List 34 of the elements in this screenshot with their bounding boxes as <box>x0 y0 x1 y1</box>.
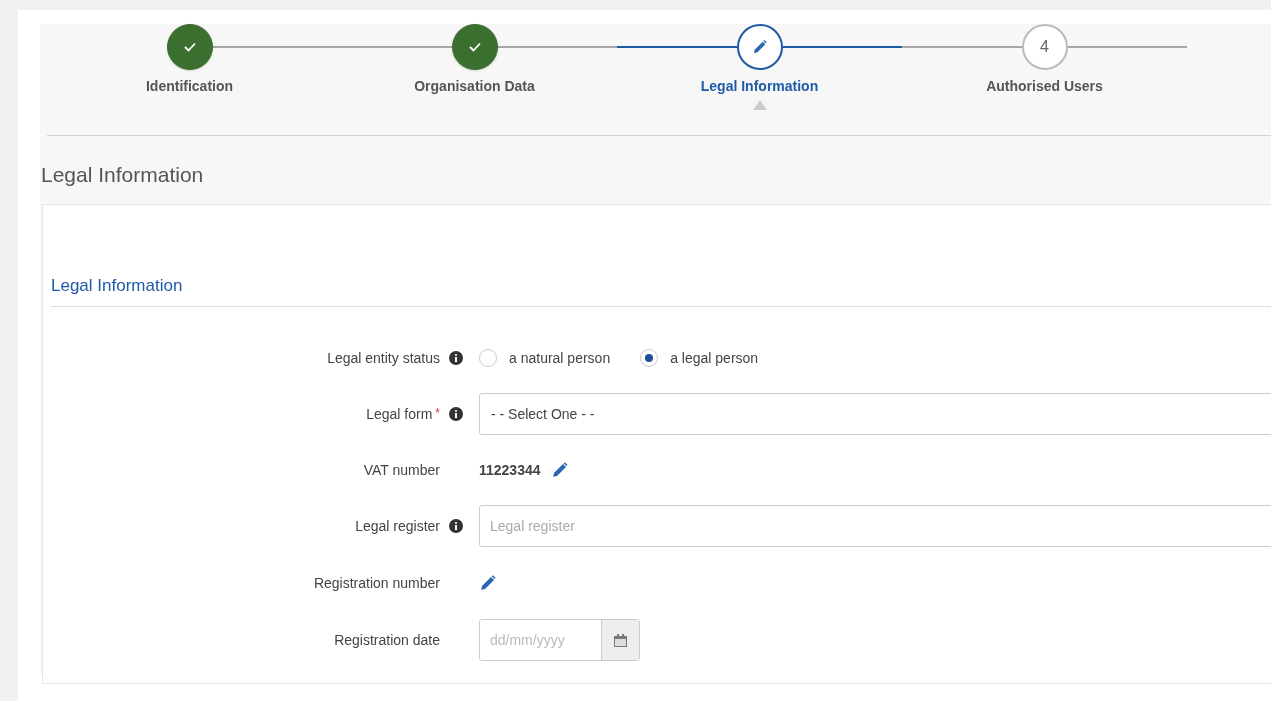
step-label[interactable]: Identification <box>145 76 234 97</box>
check-icon <box>468 42 481 52</box>
select-field[interactable]: - - Select One - - <box>479 393 1271 435</box>
info-icon[interactable] <box>449 351 463 365</box>
calendar-icon <box>613 632 628 648</box>
step-number: 4 <box>1040 37 1049 57</box>
required-mark: * <box>435 404 440 422</box>
section-title: Legal Information <box>51 276 183 295</box>
pencil-icon[interactable] <box>479 574 497 592</box>
field-label: Legal entity status <box>327 348 440 368</box>
step-label[interactable]: Legal Information <box>700 76 819 97</box>
check-icon <box>183 42 196 52</box>
pencil-icon[interactable] <box>550 461 569 479</box>
page-title: Legal Information <box>41 162 205 188</box>
field-label: Legal form <box>366 404 433 424</box>
info-icon[interactable] <box>449 519 463 533</box>
field-label: Registration number <box>313 573 440 593</box>
field-label: VAT number <box>363 460 440 480</box>
pencil-icon[interactable] <box>751 39 768 55</box>
triangle-indicator-icon <box>752 100 767 110</box>
step-label[interactable]: Organisation Data <box>414 76 535 97</box>
input-field[interactable]: Legal register <box>479 505 1271 547</box>
calendar-button[interactable] <box>601 620 639 660</box>
radio-button[interactable] <box>640 349 659 367</box>
info-icon[interactable] <box>449 407 463 421</box>
field-label: Legal register <box>355 516 440 536</box>
date-field[interactable]: dd/mm/yyyy <box>479 619 640 661</box>
radio-option[interactable]: a legal person <box>640 347 759 369</box>
field-value: 11223344 <box>479 460 541 480</box>
radio-option[interactable]: a natural person <box>479 347 611 369</box>
field-label: Registration date <box>334 630 440 650</box>
date-input[interactable]: dd/mm/yyyy <box>480 620 601 660</box>
step-label[interactable]: Authorised Users <box>986 76 1103 97</box>
radio-button[interactable] <box>479 349 497 367</box>
